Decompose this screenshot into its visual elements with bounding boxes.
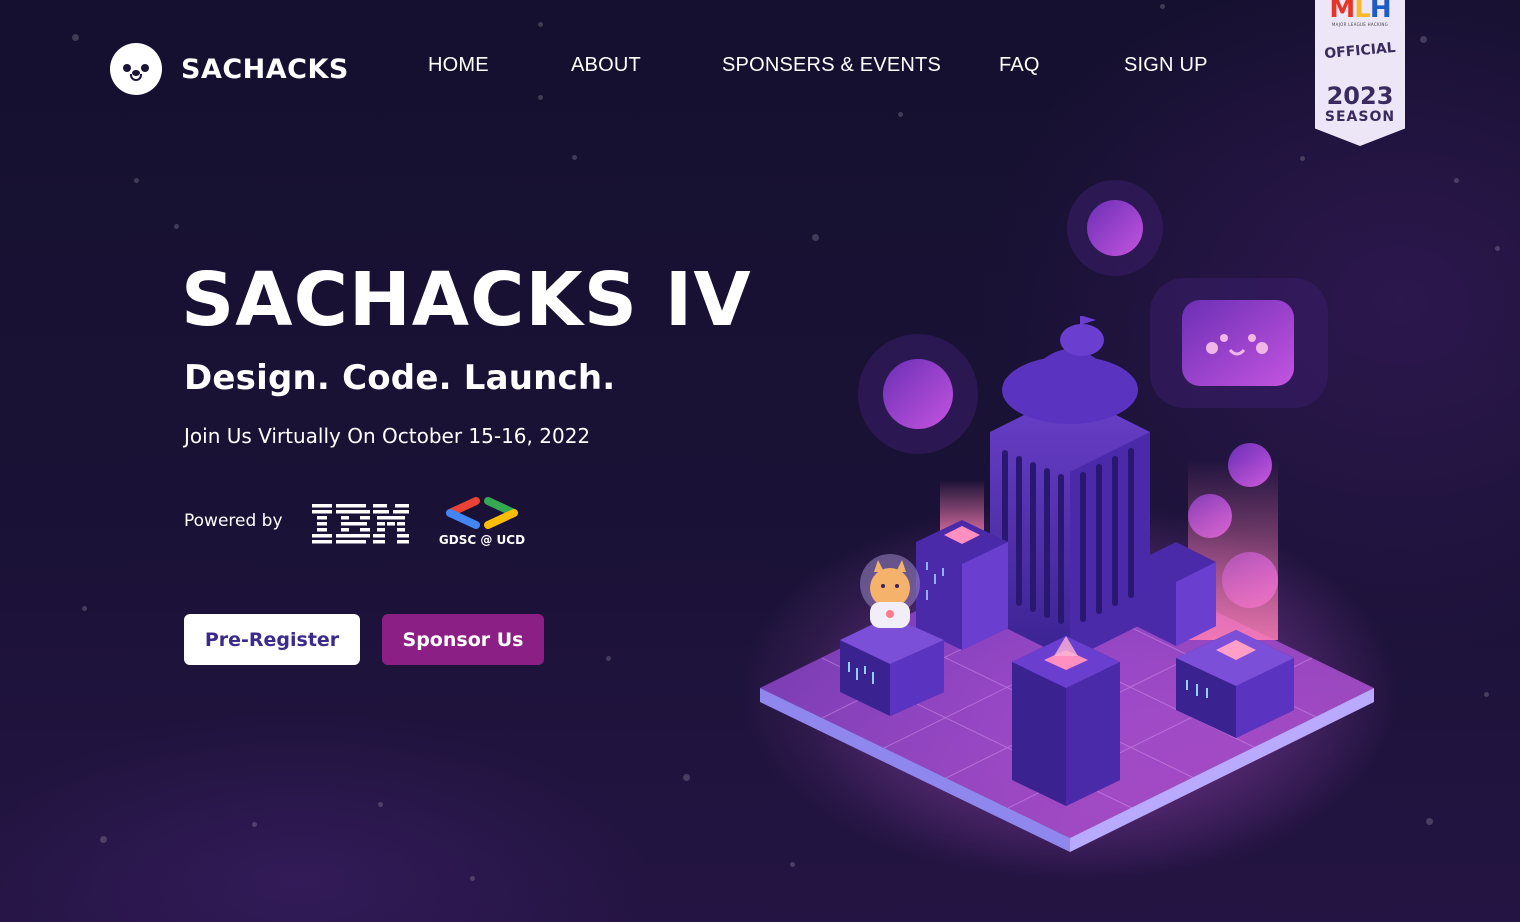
gdsc-label: GDSC @ UCD [438,533,526,547]
powered-by-label: Powered by [184,511,283,531]
nav-home[interactable]: HOME [428,54,489,77]
mlh-subtitle: MAJOR LEAGUE HACKING [1331,22,1389,27]
ibm-logo [312,504,409,544]
mlh-badge[interactable]: MLH MAJOR LEAGUE HACKING OFFICIAL 2023 S… [1315,0,1405,146]
gdsc-logo: GDSC @ UCD [436,497,528,549]
mlh-season: SEASON [1324,109,1396,125]
main-nav: HOME ABOUT SPONSERS & EVENTS FAQ SIGN UP [0,54,1520,82]
event-date: Join Us Virtually On October 15-16, 2022 [184,424,591,448]
mlh-year: 2023 [1326,82,1394,110]
hero-tagline: Design. Code. Launch. [184,358,616,398]
nav-about[interactable]: ABOUT [571,54,641,77]
pre-register-button[interactable]: Pre-Register [184,614,360,665]
nav-sign-up[interactable]: SIGN UP [1124,54,1208,77]
sponsor-us-button[interactable]: Sponsor Us [382,614,544,665]
isometric-city-illustration [740,180,1400,880]
hero-title: SACHACKS IV [181,257,752,343]
mlh-logo-icon: MLH [1329,0,1391,24]
nav-faq[interactable]: FAQ [999,54,1040,77]
nav-sponsors-events[interactable]: SPONSERS & EVENTS [722,54,941,77]
